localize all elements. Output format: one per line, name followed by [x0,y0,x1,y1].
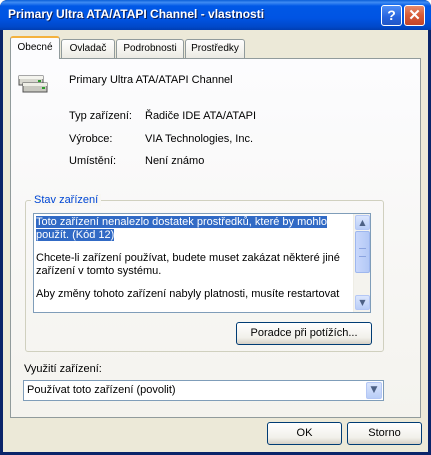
tab-general[interactable]: Obecné [10,36,60,59]
close-button[interactable]: ✕ [404,5,425,26]
help-button[interactable]: ? [381,5,402,26]
tab-driver[interactable]: Ovladač [61,39,115,58]
status-line-5: Aby změny tohoto zařízení nabyly platnos… [36,288,340,300]
device-status-textbox[interactable]: Toto zařízení nenalezlo dostatek prostře… [33,213,371,313]
scroll-down-icon[interactable]: ▼ [355,295,370,310]
tab-details[interactable]: Podrobnosti [116,39,184,58]
status-selected-line-2: použít. (Kód 12) [36,229,115,241]
location-label: Umístění: [69,155,117,167]
tab-resources[interactable]: Prostředky [185,39,245,58]
properties-dialog: Primary Ultra ATA/ATAPI Channel - vlastn… [0,0,431,455]
troubleshoot-button[interactable]: Poradce při potížích... [236,322,372,345]
status-selected-line-1: Toto zařízení nenalezlo dostatek prostře… [36,216,328,228]
device-name: Primary Ultra ATA/ATAPI Channel [69,74,233,86]
title-bar[interactable]: Primary Ultra ATA/ATAPI Channel - vlastn… [0,0,431,30]
status-scrollbar[interactable]: ▲ ▼ [353,214,370,312]
scroll-up-icon[interactable]: ▲ [355,215,370,230]
chevron-down-icon[interactable]: ▼ [366,382,382,399]
scroll-thumb[interactable] [355,231,370,273]
dialog-client-area: Obecné Ovladač Podrobnosti Prostředky Pr… [3,30,428,452]
device-type-label: Typ zařízení: [69,110,132,122]
device-type-value: Řadiče IDE ATA/ATAPI [145,110,257,122]
status-line-3: Chcete-li zařízení používat, budete muse… [36,252,340,264]
device-status-text: Toto zařízení nenalezlo dostatek prostře… [36,216,352,311]
manufacturer-label: Výrobce: [69,133,113,145]
device-usage-select[interactable]: Používat toto zařízení (povolit) ▼ [23,380,384,401]
manufacturer-value: VIA Technologies, Inc. [145,133,254,145]
window-title: Primary Ultra ATA/ATAPI Channel - vlastn… [8,7,265,21]
device-usage-value: Používat toto zařízení (povolit) [27,384,176,396]
ide-controller-icon [18,75,48,93]
device-status-group-label: Stav zařízení [31,194,102,206]
device-usage-label: Využití zařízení: [24,363,102,375]
location-value: Není známo [145,155,205,167]
cancel-button[interactable]: Storno [347,422,422,445]
ok-button[interactable]: OK [267,422,342,445]
status-line-4: zařízení v tomto systému. [36,265,162,277]
